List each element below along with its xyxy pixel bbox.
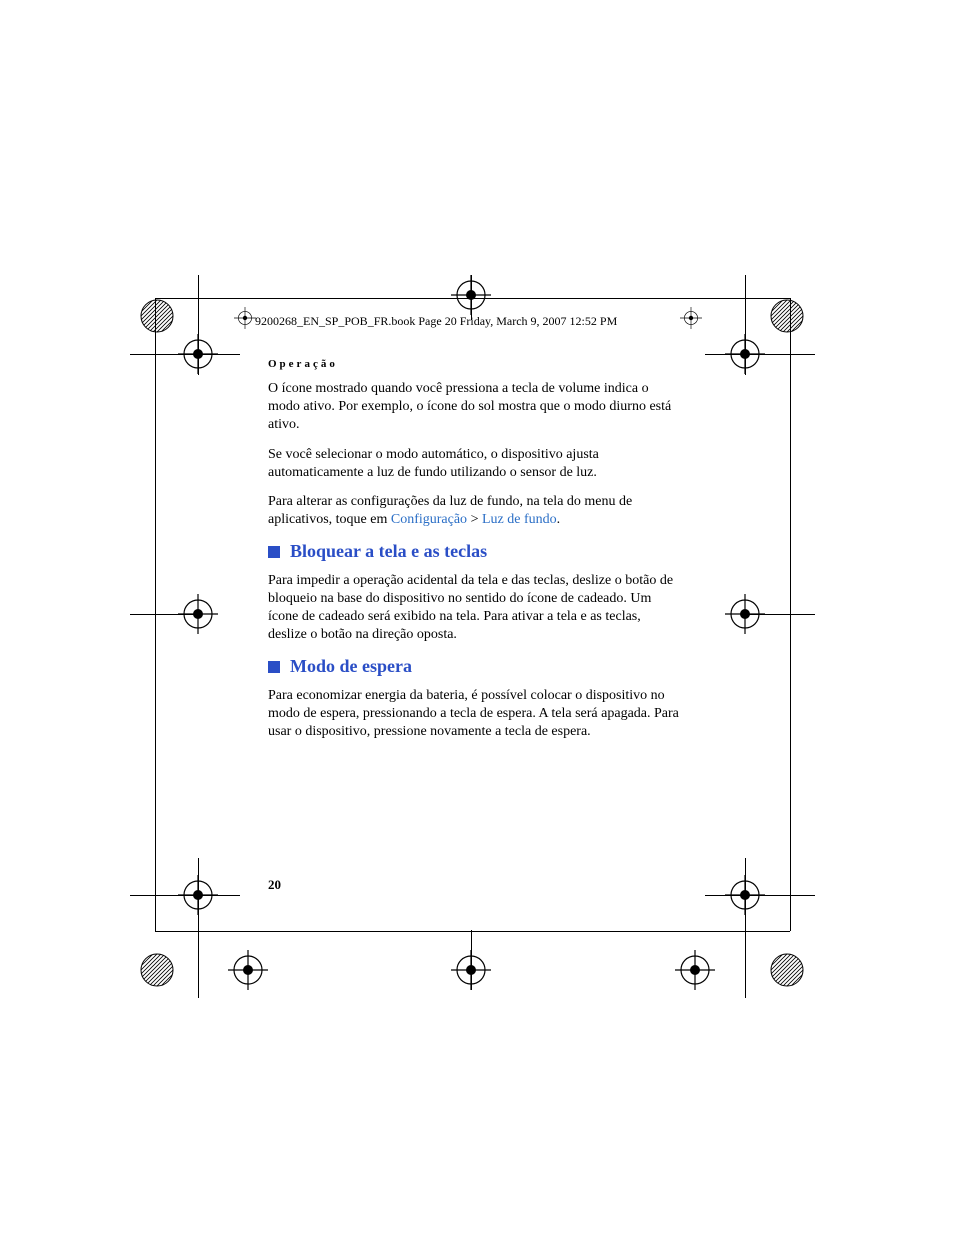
heading-text: Bloquear a tela e as teclas <box>290 540 487 563</box>
registration-mark-icon <box>178 334 218 374</box>
body-content: O ícone mostrado quando você pressiona a… <box>268 380 683 752</box>
paragraph: Se você selecionar o modo automático, o … <box>268 446 683 482</box>
section-heading: Bloquear a tela e as teclas <box>268 540 683 563</box>
menu-path-link: Luz de fundo <box>482 512 557 527</box>
heading-text: Modo de espera <box>290 655 412 678</box>
menu-path-link: Configuração <box>391 512 467 527</box>
registration-mark-icon <box>451 950 491 990</box>
registration-mark-icon <box>234 307 256 329</box>
paragraph: Para alterar as configurações da luz de … <box>268 493 683 529</box>
paragraph: Para economizar energia da bateria, é po… <box>268 687 683 742</box>
frame-bottom <box>155 931 790 932</box>
registration-mark-icon <box>680 307 702 329</box>
text-run: > <box>467 512 482 527</box>
printer-corner-mark-icon <box>769 298 805 334</box>
square-bullet-icon <box>268 546 280 558</box>
printer-corner-mark-icon <box>139 952 175 988</box>
registration-mark-icon <box>178 594 218 634</box>
section-heading: Modo de espera <box>268 655 683 678</box>
printer-corner-mark-icon <box>769 952 805 988</box>
running-header: Operação <box>268 358 338 370</box>
registration-mark-icon <box>725 875 765 915</box>
registration-mark-icon <box>228 950 268 990</box>
paragraph: O ícone mostrado quando você pressiona a… <box>268 380 683 435</box>
text-run: . <box>557 512 561 527</box>
registration-mark-icon <box>675 950 715 990</box>
registration-mark-icon <box>178 875 218 915</box>
page-meta-header: 9200268_EN_SP_POB_FR.book Page 20 Friday… <box>255 314 617 329</box>
registration-mark-icon <box>725 594 765 634</box>
printer-corner-mark-icon <box>139 298 175 334</box>
square-bullet-icon <box>268 661 280 673</box>
paragraph: Para impedir a operação acidental da tel… <box>268 572 683 645</box>
page-number: 20 <box>268 877 281 893</box>
registration-mark-icon <box>451 275 491 315</box>
registration-mark-icon <box>725 334 765 374</box>
